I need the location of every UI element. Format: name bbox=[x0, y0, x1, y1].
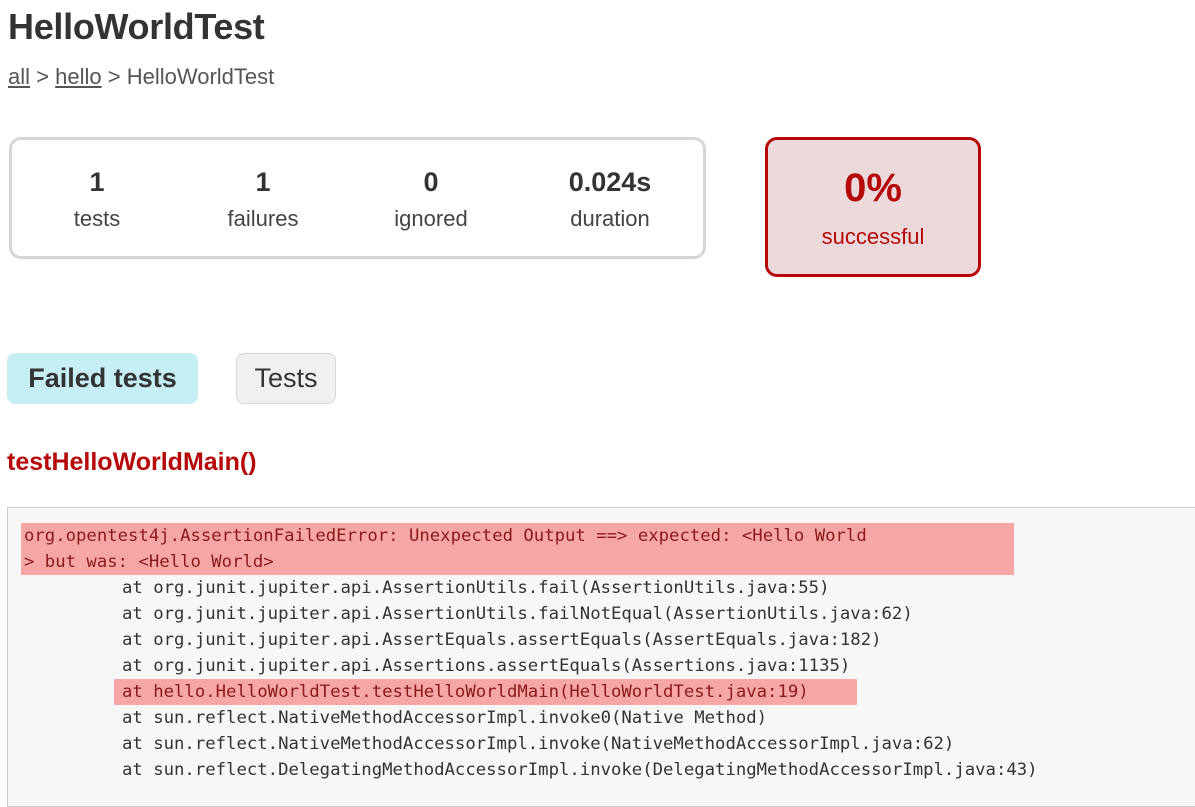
failed-test-name: testHelloWorldMain() bbox=[7, 448, 257, 476]
counter-failures: 1 failures bbox=[183, 164, 343, 232]
counter-label: ignored bbox=[394, 206, 468, 231]
breadcrumb-separator: > bbox=[107, 64, 121, 89]
stacktrace-line: at sun.reflect.NativeMethodAccessorImpl.… bbox=[122, 708, 768, 728]
stacktrace-line: at sun.reflect.DelegatingMethodAccessorI… bbox=[122, 760, 1038, 780]
counter-tests: 1 tests bbox=[17, 164, 177, 232]
stacktrace-line: > but was: <Hello World> bbox=[21, 549, 1014, 575]
counter-value: 1 bbox=[255, 167, 271, 197]
tab-failed-tests[interactable]: Failed tests bbox=[7, 353, 198, 404]
counter-duration: 0.024s duration bbox=[530, 164, 690, 232]
stacktrace-line: at hello.HelloWorldTest.testHelloWorldMa… bbox=[114, 679, 857, 705]
counter-label: tests bbox=[73, 206, 121, 231]
summary-box: 1 tests 1 failures 0 ignored 0.024s dura… bbox=[9, 137, 706, 259]
success-rate-box: 0% successful bbox=[765, 137, 981, 277]
counter-value: 0.024s bbox=[568, 167, 652, 197]
counter-ignored: 0 ignored bbox=[351, 164, 511, 232]
success-rate-label: successful bbox=[821, 224, 925, 249]
breadcrumb: all > hello > HelloWorldTest bbox=[8, 64, 274, 90]
stacktrace-block: org.opentest4j.AssertionFailedError: Une… bbox=[7, 507, 1195, 807]
counter-label: failures bbox=[227, 206, 299, 231]
stacktrace-line: at org.junit.jupiter.api.AssertEquals.as… bbox=[122, 630, 882, 650]
breadcrumb-link-all[interactable]: all bbox=[8, 64, 30, 89]
tab-tests[interactable]: Tests bbox=[236, 353, 336, 404]
counter-value: 0 bbox=[423, 167, 439, 197]
breadcrumb-separator: > bbox=[36, 64, 49, 89]
counter-value: 1 bbox=[89, 167, 105, 197]
breadcrumb-link-hello[interactable]: hello bbox=[55, 64, 101, 89]
stacktrace-line: at org.junit.jupiter.api.AssertionUtils.… bbox=[122, 578, 830, 598]
breadcrumb-current: HelloWorldTest bbox=[126, 64, 275, 89]
success-rate-value: 0% bbox=[844, 166, 902, 210]
stacktrace-line: at org.junit.jupiter.api.AssertionUtils.… bbox=[122, 604, 913, 624]
page-title: HelloWorldTest bbox=[8, 6, 265, 47]
stacktrace-line: at sun.reflect.NativeMethodAccessorImpl.… bbox=[122, 734, 955, 754]
stacktrace-line: at org.junit.jupiter.api.Assertions.asse… bbox=[122, 656, 851, 676]
stacktrace-line: org.opentest4j.AssertionFailedError: Une… bbox=[21, 523, 1014, 549]
counter-label: duration bbox=[570, 206, 650, 231]
